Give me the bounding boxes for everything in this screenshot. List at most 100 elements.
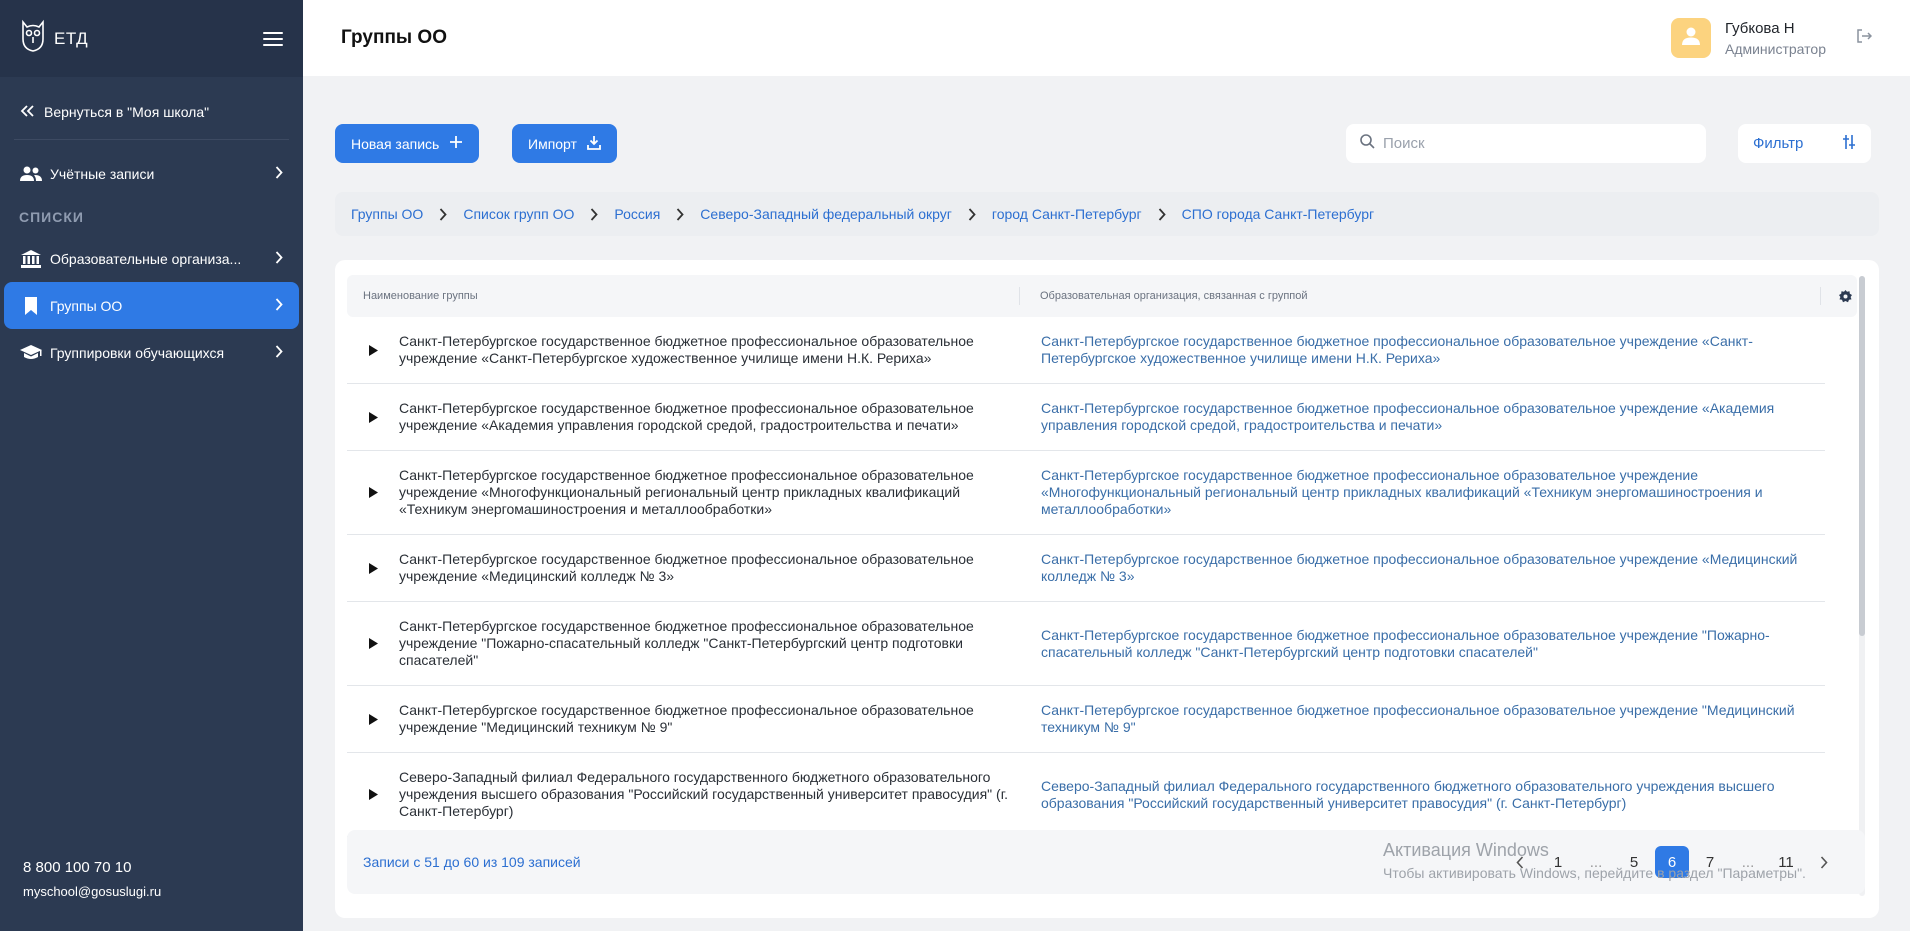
org-link-cell[interactable]: Санкт-Петербургское государственное бюдж… bbox=[1021, 627, 1825, 661]
breadcrumb-item[interactable]: Группы ОО bbox=[351, 206, 423, 222]
pagination-bar: Записи с 51 до 60 из 109 записей 1 ... 5… bbox=[347, 830, 1865, 894]
table-row[interactable]: Санкт-Петербургское государственное бюдж… bbox=[347, 451, 1825, 535]
search-box[interactable] bbox=[1346, 124, 1706, 163]
owl-logo-icon bbox=[20, 19, 46, 58]
group-name-cell: Санкт-Петербургское государственное бюдж… bbox=[399, 333, 974, 366]
chevron-right-icon bbox=[275, 165, 283, 182]
expand-triangle-icon[interactable] bbox=[347, 344, 399, 356]
sidebar-section-lists: СПИСКИ bbox=[19, 209, 84, 225]
import-label: Импорт bbox=[528, 135, 577, 152]
org-link-cell[interactable]: Санкт-Петербургское государственное бюдж… bbox=[1021, 551, 1825, 585]
table-row[interactable]: Санкт-Петербургское государственное бюдж… bbox=[347, 686, 1825, 753]
page-button-current[interactable]: 6 bbox=[1655, 846, 1689, 878]
download-icon bbox=[587, 135, 601, 153]
table-scrollbar[interactable] bbox=[1859, 276, 1865, 896]
table-body: Санкт-Петербургское государственное бюдж… bbox=[347, 317, 1825, 867]
table-row[interactable]: Санкт-Петербургское государственное бюдж… bbox=[347, 535, 1825, 602]
column-header-org[interactable]: Образовательная организация, связанная с… bbox=[1020, 287, 1821, 305]
chevron-right-icon bbox=[968, 207, 976, 221]
group-name-cell: Санкт-Петербургское государственное бюдж… bbox=[399, 702, 974, 735]
logo[interactable]: ЕТД bbox=[20, 19, 88, 58]
sidebar-item-accounts[interactable]: Учётные записи bbox=[4, 150, 299, 197]
chevron-right-icon bbox=[275, 297, 283, 314]
settings-gear-icon[interactable] bbox=[1833, 289, 1857, 303]
support-contacts: 8 800 100 70 10 myschool@gosuslugi.ru bbox=[23, 859, 161, 899]
org-link-cell[interactable]: Санкт-Петербургское государственное бюдж… bbox=[1021, 400, 1825, 434]
sidebar: ЕТД Вернуться в "Моя школа" Учётные запи… bbox=[0, 0, 303, 931]
support-phone: 8 800 100 70 10 bbox=[23, 859, 132, 876]
sliders-icon bbox=[1842, 134, 1856, 154]
plus-icon bbox=[449, 135, 463, 152]
new-record-label: Новая запись bbox=[351, 135, 440, 152]
table-row[interactable]: Северо-Западный филиал Федерального госу… bbox=[347, 753, 1825, 837]
breadcrumb: Группы ОО Список групп ОО Россия Северо-… bbox=[335, 192, 1879, 236]
breadcrumb-item-current[interactable]: СПО города Санкт-Петербург bbox=[1182, 206, 1374, 222]
group-name-cell: Санкт-Петербургское государственное бюдж… bbox=[399, 400, 974, 433]
new-record-button[interactable]: Новая запись bbox=[335, 124, 480, 163]
table-row[interactable]: Санкт-Петербургское государственное бюдж… bbox=[347, 317, 1825, 384]
breadcrumb-item[interactable]: город Санкт-Петербург bbox=[992, 206, 1142, 222]
scrollbar-thumb[interactable] bbox=[1859, 276, 1865, 636]
expand-triangle-icon[interactable] bbox=[347, 789, 399, 800]
org-link-cell[interactable]: Санкт-Петербургское государственное бюдж… bbox=[1021, 702, 1825, 736]
chevron-right-icon bbox=[275, 250, 283, 267]
sidebar-item-label: Группировки обучающихся bbox=[50, 344, 225, 361]
org-link-cell[interactable]: Санкт-Петербургское государственное бюдж… bbox=[1021, 333, 1825, 367]
sidebar-item-label: Учётные записи bbox=[50, 165, 155, 182]
import-button[interactable]: Импорт bbox=[512, 124, 617, 163]
sidebar-header: ЕТД bbox=[0, 0, 303, 77]
chevron-right-icon bbox=[439, 207, 448, 221]
breadcrumb-item[interactable]: Россия bbox=[614, 206, 660, 222]
user-profile[interactable]: Губкова Н Администратор bbox=[1670, 18, 1873, 58]
top-header: Группы ОО Губкова Н Администратор bbox=[303, 0, 1910, 76]
page-button[interactable]: 5 bbox=[1617, 846, 1651, 878]
expand-triangle-icon[interactable] bbox=[347, 713, 399, 725]
table-row[interactable]: Санкт-Петербургское государственное бюдж… bbox=[347, 384, 1825, 451]
sidebar-item-label: Группы ОО bbox=[50, 297, 123, 314]
page-button[interactable]: 11 bbox=[1769, 846, 1803, 878]
logout-icon[interactable] bbox=[1856, 28, 1873, 49]
column-header-group-name[interactable]: Наименование группы bbox=[347, 287, 1020, 305]
chevron-right-icon bbox=[590, 207, 599, 221]
sidebar-item-groups[interactable]: Группы ОО bbox=[4, 282, 299, 329]
menu-toggle-icon[interactable] bbox=[263, 31, 283, 46]
group-name-cell: Санкт-Петербургское государственное бюдж… bbox=[399, 467, 974, 517]
page-title: Группы ОО bbox=[341, 27, 447, 48]
bookmark-icon bbox=[20, 295, 42, 317]
support-email[interactable]: myschool@gosuslugi.ru bbox=[23, 884, 161, 899]
chevron-right-icon bbox=[275, 344, 283, 361]
expand-triangle-icon[interactable] bbox=[347, 487, 399, 498]
filter-label: Фильтр bbox=[1753, 135, 1804, 152]
page-button[interactable]: 1 bbox=[1541, 846, 1575, 878]
user-role: Администратор bbox=[1724, 40, 1826, 57]
back-to-my-school-link[interactable]: Вернуться в "Моя школа" bbox=[14, 85, 289, 140]
page-button[interactable]: 7 bbox=[1693, 846, 1727, 878]
back-label: Вернуться в "Моя школа" bbox=[44, 104, 210, 120]
groups-table-card: Наименование группы Образовательная орга… bbox=[335, 260, 1879, 918]
filter-button[interactable]: Фильтр bbox=[1738, 124, 1871, 163]
institution-icon bbox=[20, 248, 42, 270]
sidebar-item-label: Образовательные организа... bbox=[50, 250, 242, 267]
users-icon bbox=[20, 163, 42, 185]
logo-text: ЕТД bbox=[54, 28, 89, 48]
sidebar-item-student-groups[interactable]: Группировки обучающихся bbox=[4, 329, 299, 376]
org-link-cell[interactable]: Северо-Западный филиал Федерального госу… bbox=[1021, 778, 1825, 812]
org-link-cell[interactable]: Санкт-Петербургское государственное бюдж… bbox=[1021, 467, 1825, 518]
double-chevron-left-icon bbox=[20, 104, 34, 120]
table-row[interactable]: Санкт-Петербургское государственное бюдж… bbox=[347, 602, 1825, 686]
avatar[interactable] bbox=[1670, 18, 1711, 58]
breadcrumb-item[interactable]: Северо-Западный федеральный округ bbox=[700, 206, 952, 222]
records-summary: Записи с 51 до 60 из 109 записей bbox=[363, 854, 581, 870]
sidebar-item-orgs[interactable]: Образовательные организа... bbox=[4, 235, 299, 282]
next-page-chevron-icon[interactable] bbox=[1807, 846, 1841, 878]
search-icon bbox=[1360, 133, 1375, 154]
breadcrumb-item[interactable]: Список групп ОО bbox=[463, 206, 574, 222]
search-input[interactable] bbox=[1383, 135, 1692, 152]
chevron-right-icon bbox=[1158, 207, 1166, 221]
group-name-cell: Санкт-Петербургское государственное бюдж… bbox=[399, 618, 974, 668]
prev-page-chevron-icon[interactable] bbox=[1503, 846, 1537, 878]
chevron-right-icon bbox=[676, 207, 685, 221]
expand-triangle-icon[interactable] bbox=[347, 638, 399, 649]
expand-triangle-icon[interactable] bbox=[347, 562, 399, 574]
expand-triangle-icon[interactable] bbox=[347, 411, 399, 423]
